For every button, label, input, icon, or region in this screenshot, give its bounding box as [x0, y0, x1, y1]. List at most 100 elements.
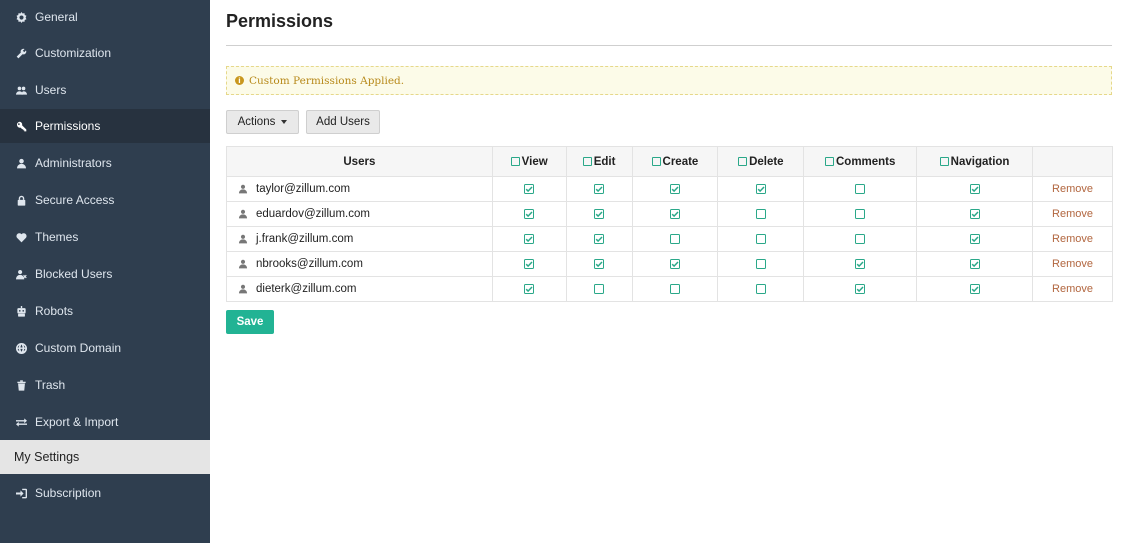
- view-checkbox-checked-icon[interactable]: [524, 183, 535, 194]
- view-checkbox-checked-icon[interactable]: [524, 233, 535, 244]
- remove-link[interactable]: Remove: [1032, 276, 1113, 302]
- header-label: Navigation: [950, 155, 1010, 168]
- remove-link[interactable]: Remove: [1032, 226, 1113, 252]
- sidebar-item-label: Customization: [35, 46, 112, 60]
- view-checkbox-checked-icon[interactable]: [524, 283, 535, 294]
- view-cell: [491, 226, 567, 252]
- save-button[interactable]: Save: [226, 310, 274, 334]
- edit-checkbox-checked-icon[interactable]: [594, 208, 605, 219]
- create-checkbox-checked-icon[interactable]: [669, 208, 680, 219]
- select-all-navigation-checkbox[interactable]: [939, 156, 949, 166]
- edit-cell: [565, 226, 633, 252]
- table-row: taylor@zillum.com Remove: [226, 176, 1113, 202]
- navigation-checkbox-checked-icon[interactable]: [969, 183, 980, 194]
- comments-checkbox-checked-icon[interactable]: [855, 283, 866, 294]
- delete-checkbox-unchecked-icon[interactable]: [755, 208, 766, 219]
- delete-checkbox-unchecked-icon[interactable]: [755, 233, 766, 244]
- navigation-checkbox-checked-icon[interactable]: [969, 233, 980, 244]
- user-icon: [238, 209, 248, 219]
- create-checkbox-checked-icon[interactable]: [669, 183, 680, 194]
- add-users-label: Add Users: [316, 116, 370, 128]
- user-email: nbrooks@zillum.com: [256, 258, 363, 270]
- navigation-cell: [916, 276, 1034, 302]
- navigation-cell: [916, 201, 1034, 227]
- create-cell: [631, 176, 719, 202]
- sidebar-item-permissions[interactable]: Permissions: [0, 109, 210, 143]
- column-header-view[interactable]: View: [491, 146, 567, 177]
- sidebar-item-themes[interactable]: Themes: [0, 220, 210, 254]
- sidebar-item-users[interactable]: Users: [0, 73, 210, 107]
- remove-link[interactable]: Remove: [1032, 251, 1113, 277]
- sidebar-item-label: My Settings: [14, 450, 80, 464]
- trash-icon: [14, 378, 28, 392]
- key-icon: [14, 119, 28, 133]
- view-cell: [491, 201, 567, 227]
- view-checkbox-checked-icon[interactable]: [524, 258, 535, 269]
- navigation-checkbox-checked-icon[interactable]: [969, 283, 980, 294]
- actions-dropdown-button[interactable]: Actions: [226, 110, 299, 134]
- sidebar-item-label: Export & Import: [35, 415, 119, 429]
- table-header-row: Users View Edit Create Delete Comments N…: [226, 146, 1113, 177]
- comments-checkbox-unchecked-icon[interactable]: [855, 183, 866, 194]
- sidebar-item-secure-access[interactable]: Secure Access: [0, 183, 210, 217]
- select-all-view-checkbox[interactable]: [510, 156, 520, 166]
- delete-checkbox-unchecked-icon[interactable]: [755, 283, 766, 294]
- create-checkbox-unchecked-icon[interactable]: [669, 283, 680, 294]
- comments-checkbox-checked-icon[interactable]: [855, 258, 866, 269]
- create-cell: [631, 201, 719, 227]
- sidebar-item-administrators[interactable]: Administrators: [0, 146, 210, 180]
- comments-checkbox-unchecked-icon[interactable]: [855, 233, 866, 244]
- comments-cell: [803, 176, 918, 202]
- custom-permissions-notice: i Custom Permissions Applied.: [226, 66, 1112, 95]
- sidebar-item-my-settings[interactable]: My Settings: [0, 440, 210, 474]
- user-cell: dieterk@zillum.com: [226, 276, 493, 302]
- header-label: Comments: [835, 155, 896, 168]
- edit-checkbox-checked-icon[interactable]: [594, 258, 605, 269]
- user-cell: eduardov@zillum.com: [226, 201, 493, 227]
- select-all-edit-checkbox[interactable]: [582, 156, 592, 166]
- caret-down-icon: [281, 120, 288, 124]
- header-label: Delete: [749, 155, 784, 168]
- sidebar-item-export-import[interactable]: Export & Import: [0, 405, 210, 439]
- column-header-users: Users: [226, 146, 493, 177]
- create-checkbox-checked-icon[interactable]: [669, 258, 680, 269]
- delete-checkbox-checked-icon[interactable]: [755, 183, 766, 194]
- comments-checkbox-unchecked-icon[interactable]: [855, 208, 866, 219]
- sidebar-item-robots[interactable]: Robots: [0, 294, 210, 328]
- user-icon: [238, 259, 248, 269]
- sidebar-item-subscription[interactable]: Subscription: [0, 476, 210, 510]
- column-header-edit[interactable]: Edit: [565, 146, 633, 177]
- sidebar-item-trash[interactable]: Trash: [0, 368, 210, 402]
- add-users-button[interactable]: Add Users: [306, 110, 380, 134]
- remove-link[interactable]: Remove: [1032, 201, 1113, 227]
- delete-cell: [717, 201, 805, 227]
- title-divider: [226, 45, 1112, 46]
- remove-link[interactable]: Remove: [1032, 176, 1113, 202]
- edit-checkbox-unchecked-icon[interactable]: [594, 283, 605, 294]
- sidebar-item-custom-domain[interactable]: Custom Domain: [0, 331, 210, 365]
- sidebar-item-customization[interactable]: Customization: [0, 36, 210, 70]
- delete-checkbox-unchecked-icon[interactable]: [755, 258, 766, 269]
- navigation-checkbox-checked-icon[interactable]: [969, 208, 980, 219]
- edit-checkbox-checked-icon[interactable]: [594, 233, 605, 244]
- column-header-delete[interactable]: Delete: [717, 146, 805, 177]
- edit-cell: [565, 251, 633, 277]
- create-checkbox-unchecked-icon[interactable]: [669, 233, 680, 244]
- user-email: eduardov@zillum.com: [256, 208, 370, 220]
- sidebar-item-blocked-users[interactable]: Blocked Users: [0, 257, 210, 291]
- view-cell: [491, 251, 567, 277]
- user-email: taylor@zillum.com: [256, 183, 351, 195]
- column-header-comments[interactable]: Comments: [803, 146, 918, 177]
- select-all-comments-checkbox[interactable]: [824, 156, 834, 166]
- column-header-create[interactable]: Create: [631, 146, 719, 177]
- edit-checkbox-checked-icon[interactable]: [594, 183, 605, 194]
- sidebar-item-general[interactable]: General: [0, 0, 210, 34]
- select-all-delete-checkbox[interactable]: [738, 156, 748, 166]
- create-cell: [631, 226, 719, 252]
- navigation-checkbox-checked-icon[interactable]: [969, 258, 980, 269]
- select-all-create-checkbox[interactable]: [651, 156, 661, 166]
- view-checkbox-checked-icon[interactable]: [524, 208, 535, 219]
- sidebar-item-label: Users: [35, 83, 67, 97]
- column-header-navigation[interactable]: Navigation: [916, 146, 1034, 177]
- navigation-cell: [916, 176, 1034, 202]
